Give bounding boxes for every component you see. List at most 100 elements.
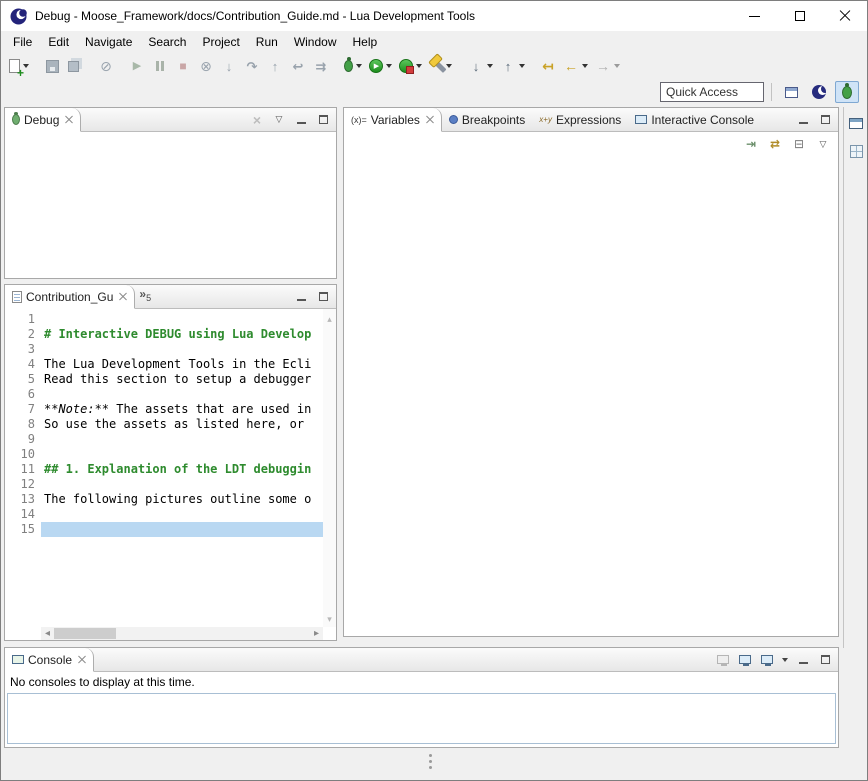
new-button[interactable] <box>6 55 32 77</box>
close-tab-icon[interactable] <box>119 293 127 301</box>
editor-vertical-scrollbar[interactable] <box>323 309 336 627</box>
new-console-icon <box>761 655 773 664</box>
restore-minimized-views-button[interactable] <box>847 115 865 131</box>
menu-item-project[interactable]: Project <box>194 32 247 52</box>
show-logical-structures-icon[interactable] <box>768 137 782 151</box>
dropdown-arrow-icon[interactable] <box>446 64 452 68</box>
last-edit-location-button[interactable] <box>537 55 559 77</box>
tab-debug[interactable]: Debug <box>5 108 81 132</box>
debug-view-body[interactable] <box>5 132 336 278</box>
editor-line <box>41 342 323 357</box>
code-segment: Read this section to setup a debugger <box>44 372 311 386</box>
editor-horizontal-scrollbar[interactable] <box>41 627 323 640</box>
console-body: No consoles to display at this time. <box>5 672 838 747</box>
minimize-view-icon[interactable] <box>297 293 306 301</box>
editor-text-area[interactable]: # Interactive DEBUG using Lua DevelopThe… <box>41 309 323 627</box>
dropdown-arrow-icon[interactable] <box>356 64 362 68</box>
view-menu-icon[interactable] <box>272 113 286 127</box>
close-tab-icon[interactable] <box>65 116 73 124</box>
suspend-button <box>149 55 171 77</box>
forward-button <box>592 55 623 77</box>
maximize-button[interactable] <box>777 1 822 31</box>
scrollbar-thumb[interactable] <box>54 628 116 639</box>
toolbar-group <box>341 55 425 77</box>
dropdown-arrow-icon[interactable] <box>386 64 392 68</box>
application-window: Debug - Moose_Framework/docs/Contributio… <box>0 0 868 781</box>
minimize-view-icon[interactable] <box>799 116 808 124</box>
hidden-editors-button[interactable]: 5 <box>135 285 155 308</box>
dropdown-arrow-icon[interactable] <box>487 64 493 68</box>
maximize-view-icon[interactable] <box>319 115 328 124</box>
menu-item-edit[interactable]: Edit <box>40 32 77 52</box>
line-number: 5 <box>5 372 35 387</box>
debug-perspective-button[interactable] <box>835 81 859 103</box>
debug-button[interactable] <box>341 55 365 77</box>
statusbar-drag-handle[interactable] <box>429 754 432 757</box>
maximize-view-icon[interactable] <box>319 292 328 301</box>
editor-line <box>41 387 323 402</box>
scroll-left-icon[interactable] <box>41 628 54 639</box>
menu-item-navigate[interactable]: Navigate <box>77 32 140 52</box>
console-message: No consoles to display at this time. <box>5 672 838 692</box>
bug-icon <box>344 60 353 72</box>
tab-label: Expressions <box>556 113 621 127</box>
tab-interactive-console[interactable]: Interactive Console <box>628 108 761 131</box>
minimize-button[interactable] <box>732 1 777 31</box>
maximize-view-icon[interactable] <box>821 115 830 124</box>
minimize-view-icon[interactable] <box>799 656 808 664</box>
menu-item-search[interactable]: Search <box>140 32 194 52</box>
new-console-button[interactable] <box>760 653 774 667</box>
view-menu-icon[interactable] <box>816 137 830 151</box>
close-tab-icon[interactable] <box>426 116 434 124</box>
coverage-button[interactable] <box>396 55 425 77</box>
toolbar-group <box>95 55 117 77</box>
show-type-names-icon[interactable] <box>744 137 758 151</box>
scroll-down-icon[interactable] <box>327 611 332 625</box>
scroll-up-icon[interactable] <box>327 311 332 325</box>
previous-annotation-button[interactable] <box>497 55 528 77</box>
dropdown-arrow-icon[interactable] <box>582 64 588 68</box>
tab-contribution-guide[interactable]: Contribution_Gu <box>5 285 135 309</box>
collapse-all-icon[interactable] <box>792 137 806 151</box>
tab-console[interactable]: Console <box>5 648 94 672</box>
minimized-view-button[interactable] <box>847 143 865 159</box>
back-button[interactable] <box>560 55 591 77</box>
dropdown-arrow-icon[interactable] <box>519 64 525 68</box>
maximize-view-icon[interactable] <box>821 655 830 664</box>
variables-view-body[interactable] <box>344 156 838 636</box>
code-segment: So use the assets as listed here, or <box>44 417 311 431</box>
next-annotation-button[interactable] <box>465 55 496 77</box>
tab-expressions[interactable]: Expressions <box>532 108 628 131</box>
editor-line: ## 1. Explanation of the LDT debuggin <box>41 462 323 477</box>
dropdown-arrow-icon[interactable] <box>782 658 788 662</box>
tab-variables[interactable]: Variables <box>344 108 442 132</box>
search-button[interactable] <box>434 55 456 77</box>
save-button <box>41 55 63 77</box>
tab-breakpoints[interactable]: Breakpoints <box>442 108 532 131</box>
close-tab-icon[interactable] <box>78 656 86 664</box>
line-number: 10 <box>5 447 35 462</box>
tab-label: Interactive Console <box>651 113 754 127</box>
dropdown-arrow-icon <box>614 64 620 68</box>
menu-item-file[interactable]: File <box>5 32 40 52</box>
menu-item-help[interactable]: Help <box>345 32 386 52</box>
step-over-icon <box>244 58 260 74</box>
minimize-view-icon[interactable] <box>297 116 306 124</box>
dropdown-arrow-icon[interactable] <box>416 64 422 68</box>
tab-label: Contribution_Gu <box>26 290 113 304</box>
lua-perspective-button[interactable] <box>807 81 831 103</box>
quick-access-input[interactable] <box>660 82 764 102</box>
close-button[interactable] <box>822 1 867 31</box>
run-button[interactable] <box>366 55 395 77</box>
line-number: 3 <box>5 342 35 357</box>
variables-icon <box>351 115 367 125</box>
editor-line: So use the assets as listed here, or <box>41 417 323 432</box>
close-icon <box>839 10 851 22</box>
menu-item-window[interactable]: Window <box>286 32 345 52</box>
scroll-right-icon[interactable] <box>310 628 323 639</box>
open-perspective-button[interactable] <box>779 81 803 103</box>
line-number: 8 <box>5 417 35 432</box>
console-content-area[interactable] <box>7 693 836 744</box>
menu-item-run[interactable]: Run <box>248 32 286 52</box>
open-console-icon[interactable] <box>739 655 751 664</box>
